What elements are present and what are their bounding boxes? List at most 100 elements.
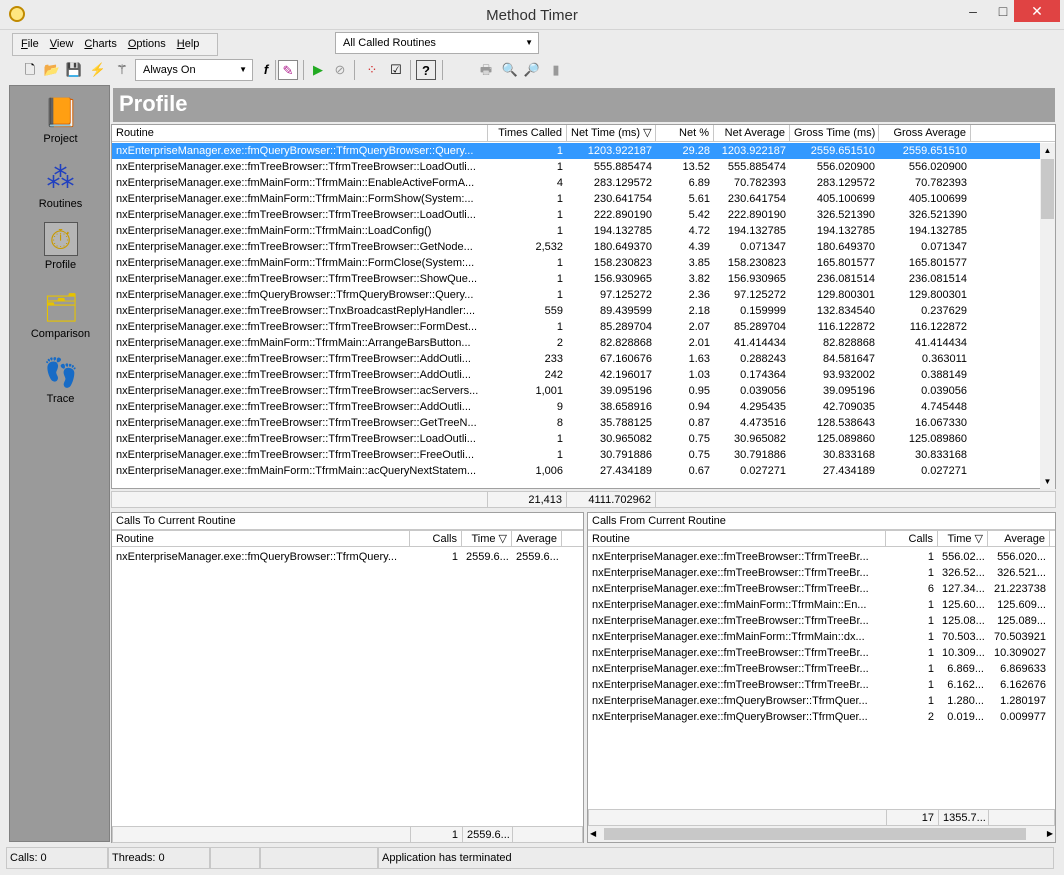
table-row[interactable]: nxEnterpriseManager.exe::fmTreeBrowser::… [112, 351, 1040, 367]
routine-filter-select[interactable]: All Called Routines ▼ [335, 32, 539, 54]
column-header-average[interactable]: Average [988, 531, 1050, 547]
table-row[interactable]: nxEnterpriseManager.exe::fmTreeBrowser::… [588, 565, 1055, 581]
horizontal-scrollbar[interactable]: ◀ ▶ [588, 826, 1055, 842]
table-cell: nxEnterpriseManager.exe::fmQueryBrowser:… [116, 289, 474, 301]
table-cell: 158.230823 [727, 257, 786, 269]
table-row[interactable]: nxEnterpriseManager.exe::fmMainForm::Tfr… [112, 335, 1040, 351]
table-cell: 6.89 [688, 177, 710, 189]
table-row[interactable]: nxEnterpriseManager.exe::fmTreeBrowser::… [112, 399, 1040, 415]
table-row[interactable]: nxEnterpriseManager.exe::fmTreeBrowser::… [588, 645, 1055, 661]
table-row[interactable]: nxEnterpriseManager.exe::fmTreeBrowser::… [112, 431, 1040, 447]
table-row[interactable]: nxEnterpriseManager.exe::fmTreeBrowser::… [112, 303, 1040, 319]
table-cell: 0.237629 [921, 305, 967, 317]
table-row[interactable]: nxEnterpriseManager.exe::fmQueryBrowser:… [112, 143, 1040, 159]
column-header-average[interactable]: Average [512, 531, 562, 547]
sidebar-item-routines[interactable]: ⁂ Routines [10, 161, 111, 210]
table-row[interactable]: nxEnterpriseManager.exe::fmTreeBrowser::… [112, 415, 1040, 431]
zoom-in-icon[interactable]: 🔍 [500, 60, 520, 80]
lightning-icon[interactable]: ⚡ [88, 60, 108, 80]
table-row[interactable]: nxEnterpriseManager.exe::fmQueryBrowser:… [112, 287, 1040, 303]
column-header-routine[interactable]: Routine [112, 531, 410, 547]
column-header-net-time[interactable]: Net Time (ms) ▽ [567, 125, 656, 141]
scroll-up-icon[interactable]: ▲ [1040, 143, 1055, 158]
minimize-button[interactable]: – [956, 0, 990, 22]
table-cell: 125.60... [942, 599, 985, 611]
sidebar-item-project[interactable]: 📙 Project [10, 96, 111, 145]
checklist-icon[interactable]: ☑ [386, 60, 406, 80]
table-row[interactable]: nxEnterpriseManager.exe::fmMainForm::Tfr… [588, 629, 1055, 645]
toolbar-separator [275, 60, 276, 80]
table-row[interactable]: nxEnterpriseManager.exe::fmTreeBrowser::… [112, 367, 1040, 383]
scroll-right-icon[interactable]: ▶ [1047, 826, 1053, 842]
open-icon[interactable]: 📂 [42, 60, 62, 80]
menu-view[interactable]: View [47, 34, 77, 55]
help-icon[interactable]: ? [416, 60, 436, 80]
table-row[interactable]: nxEnterpriseManager.exe::fmMainForm::Tfr… [112, 463, 1040, 479]
column-header-times-called[interactable]: Times Called [488, 125, 567, 141]
table-row[interactable]: nxEnterpriseManager.exe::fmMainForm::Tfr… [112, 175, 1040, 191]
save-icon[interactable]: 💾 [64, 60, 84, 80]
table-row[interactable]: nxEnterpriseManager.exe::fmTreeBrowser::… [112, 271, 1040, 287]
table-cell: 27.434189 [823, 465, 875, 477]
table-cell: 1 [927, 695, 934, 707]
stop-icon[interactable]: ⊘ [330, 60, 350, 80]
menu-help[interactable]: Help [174, 34, 203, 55]
colors-icon[interactable]: ⁘ [362, 60, 382, 80]
function-icon[interactable]: f [256, 60, 276, 80]
new-icon[interactable]: 🗋 [20, 60, 40, 80]
table-row[interactable]: nxEnterpriseManager.exe::fmTreeBrowser::… [112, 383, 1040, 399]
sidebar-item-profile[interactable]: ⏱ Profile [10, 222, 111, 271]
table-cell: 1 [927, 615, 934, 627]
column-header-calls[interactable]: Calls [410, 531, 462, 547]
table-row[interactable]: nxEnterpriseManager.exe::fmQueryBrowser:… [588, 709, 1055, 725]
table-cell: 39.095196 [823, 385, 875, 397]
table-row[interactable]: nxEnterpriseManager.exe::fmTreeBrowser::… [112, 447, 1040, 463]
bar-icon[interactable]: ▮ [546, 60, 566, 80]
table-row[interactable]: nxEnterpriseManager.exe::fmMainForm::Tfr… [112, 255, 1040, 271]
table-row[interactable]: nxEnterpriseManager.exe::fmQueryBrowser:… [112, 549, 583, 565]
column-header-net-average[interactable]: Net Average [714, 125, 790, 141]
column-header-gross-average[interactable]: Gross Average [879, 125, 971, 141]
table-row[interactable]: nxEnterpriseManager.exe::fmTreeBrowser::… [588, 661, 1055, 677]
table-row[interactable]: nxEnterpriseManager.exe::fmTreeBrowser::… [588, 549, 1055, 565]
column-header-calls[interactable]: Calls [886, 531, 938, 547]
column-header-routine[interactable]: Routine [112, 125, 488, 141]
table-row[interactable]: nxEnterpriseManager.exe::fmTreeBrowser::… [112, 239, 1040, 255]
column-header-time[interactable]: Time ▽ [462, 531, 512, 547]
footprints-icon: 👣 [43, 357, 79, 388]
table-row[interactable]: nxEnterpriseManager.exe::fmTreeBrowser::… [588, 613, 1055, 629]
marker-icon[interactable]: ✎ [278, 60, 298, 80]
wand-icon[interactable]: ⚚ [112, 60, 132, 80]
sidebar-item-trace[interactable]: 👣 Trace [10, 356, 111, 405]
scrollbar-thumb[interactable] [1041, 159, 1054, 219]
table-row[interactable]: nxEnterpriseManager.exe::fmTreeBrowser::… [112, 207, 1040, 223]
vertical-scrollbar[interactable]: ▲ ▼ [1040, 143, 1055, 489]
run-icon[interactable]: ▶ [308, 60, 328, 80]
table-row[interactable]: nxEnterpriseManager.exe::fmTreeBrowser::… [112, 319, 1040, 335]
menu-charts[interactable]: Charts [81, 34, 119, 55]
column-header-net-percent[interactable]: Net % [656, 125, 714, 141]
menu-file[interactable]: File [18, 34, 42, 55]
table-row[interactable]: nxEnterpriseManager.exe::fmTreeBrowser::… [588, 581, 1055, 597]
table-cell: 1 [927, 599, 934, 611]
mode-select[interactable]: Always On ▼ [135, 59, 253, 81]
column-header-time[interactable]: Time ▽ [938, 531, 988, 547]
zoom-out-icon[interactable]: 🔎 [522, 60, 542, 80]
table-row[interactable]: nxEnterpriseManager.exe::fmMainForm::Tfr… [112, 223, 1040, 239]
close-button[interactable]: ✕ [1014, 0, 1060, 22]
table-row[interactable]: nxEnterpriseManager.exe::fmTreeBrowser::… [588, 677, 1055, 693]
table-cell: 42.196017 [600, 369, 652, 381]
table-cell: nxEnterpriseManager.exe::fmTreeBrowser::… [592, 663, 869, 675]
menu-options[interactable]: Options [125, 34, 169, 55]
column-header-gross-time[interactable]: Gross Time (ms) [790, 125, 879, 141]
table-row[interactable]: nxEnterpriseManager.exe::fmMainForm::Tfr… [588, 597, 1055, 613]
scrollbar-thumb[interactable] [604, 828, 1026, 840]
table-row[interactable]: nxEnterpriseManager.exe::fmTreeBrowser::… [112, 159, 1040, 175]
scroll-left-icon[interactable]: ◀ [590, 826, 596, 842]
column-header-routine[interactable]: Routine [588, 531, 886, 547]
scroll-down-icon[interactable]: ▼ [1040, 474, 1055, 489]
table-row[interactable]: nxEnterpriseManager.exe::fmQueryBrowser:… [588, 693, 1055, 709]
print-icon[interactable]: 🖶 [476, 60, 496, 80]
table-row[interactable]: nxEnterpriseManager.exe::fmMainForm::Tfr… [112, 191, 1040, 207]
sidebar-item-comparison[interactable]: 🗂 Comparison [10, 291, 111, 340]
